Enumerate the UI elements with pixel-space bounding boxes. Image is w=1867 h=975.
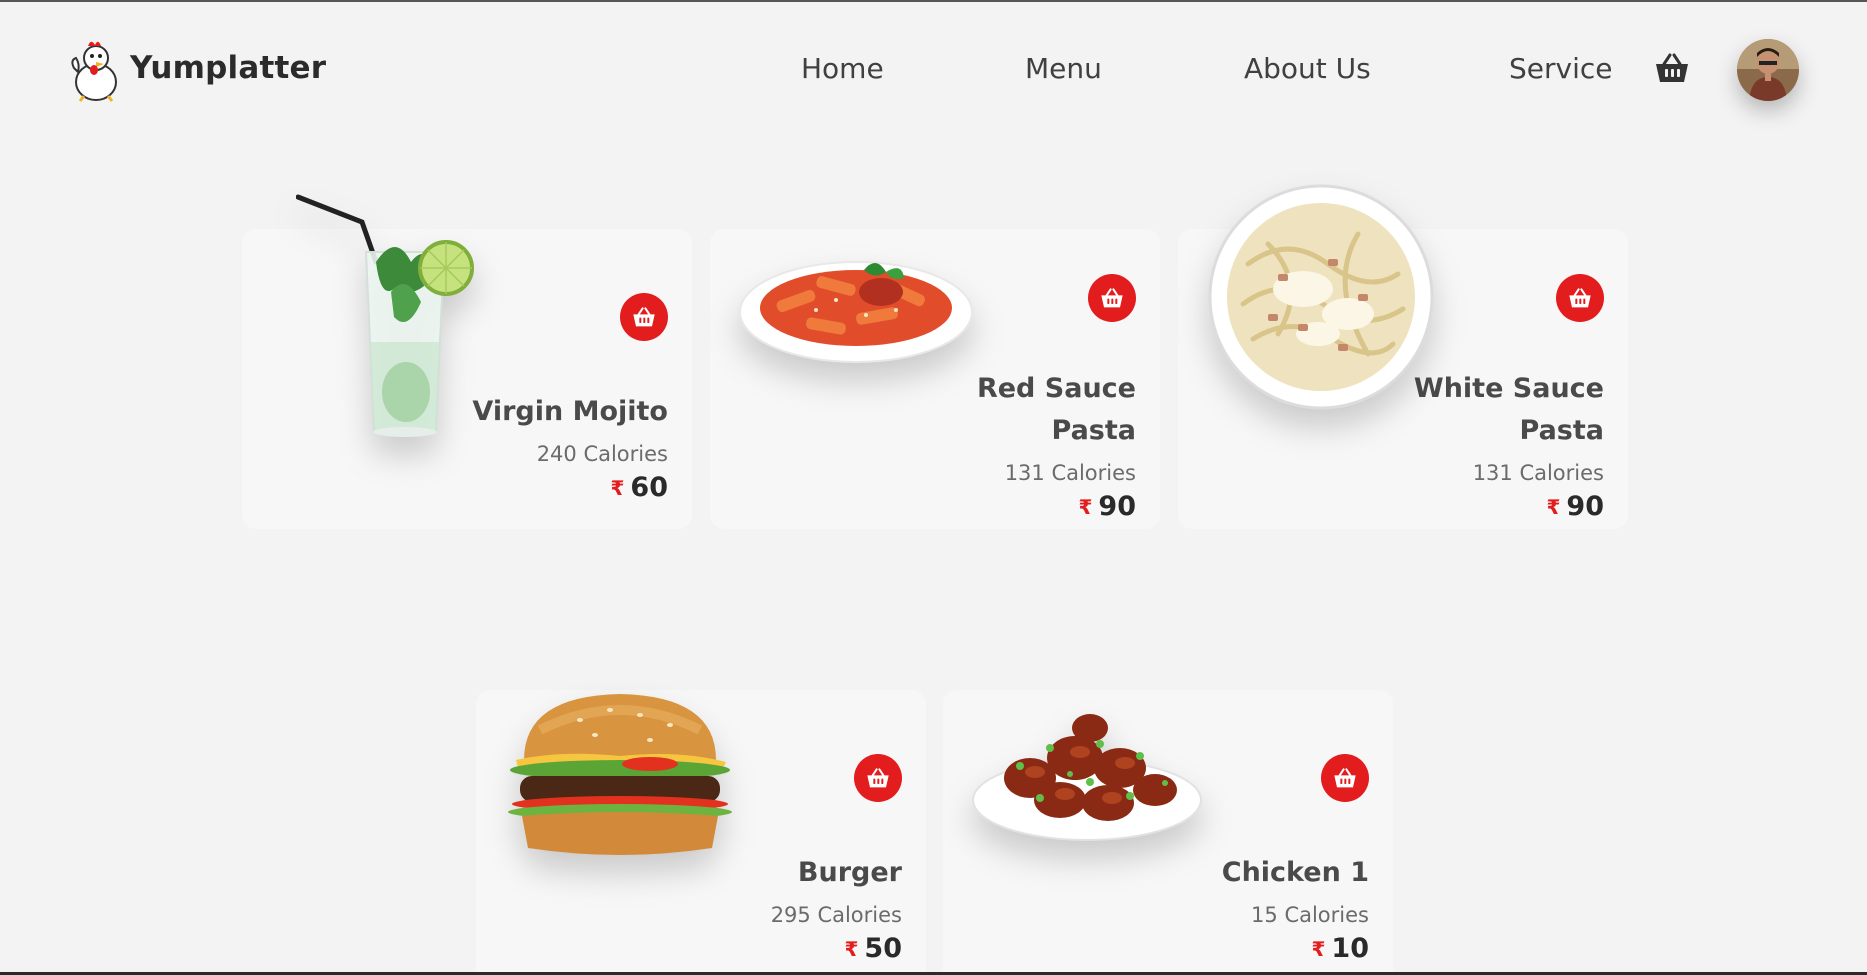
user-avatar[interactable] — [1737, 39, 1799, 101]
add-to-cart-button[interactable] — [1088, 274, 1136, 322]
item-calories: 15 Calories — [1251, 903, 1369, 927]
rupee-icon: ₹ — [610, 475, 625, 500]
basket-icon — [633, 307, 655, 327]
header: Yumplatter Home Menu About Us Service — [0, 2, 1867, 137]
item-name-line-2: Pasta — [1051, 415, 1136, 446]
add-to-cart-button[interactable] — [620, 293, 668, 341]
add-to-cart-button[interactable] — [1321, 754, 1369, 802]
item-price: ₹ 60 — [611, 472, 669, 503]
item-calories: 295 Calories — [770, 903, 902, 927]
nav-about-us[interactable]: About Us — [1244, 52, 1371, 85]
rupee-icon: ₹ — [1311, 936, 1326, 961]
basket-icon — [1569, 288, 1591, 308]
item-price: ₹ 90 — [1547, 491, 1605, 522]
red-sauce-pasta-image — [739, 261, 973, 363]
item-calories: 240 Calories — [536, 442, 668, 466]
mojito-image — [296, 194, 474, 437]
basket-icon — [1101, 288, 1123, 308]
item-name: Burger — [797, 857, 902, 888]
chicken-logo-icon[interactable] — [66, 38, 122, 102]
rupee-icon: ₹ — [1546, 494, 1561, 519]
item-name-line-2: Pasta — [1519, 415, 1604, 446]
item-calories: 131 Calories — [1472, 461, 1604, 485]
item-price-value: 50 — [864, 933, 902, 964]
item-calories: 131 Calories — [1004, 461, 1136, 485]
rupee-icon: ₹ — [844, 936, 859, 961]
burger-image — [508, 694, 732, 855]
white-sauce-pasta-image — [1208, 184, 1434, 410]
add-to-cart-button[interactable] — [854, 754, 902, 802]
basket-icon — [867, 768, 889, 788]
item-price-value: 90 — [1566, 491, 1604, 522]
add-to-cart-button[interactable] — [1556, 274, 1604, 322]
chicken-image — [972, 714, 1202, 841]
nav-menu[interactable]: Menu — [1025, 52, 1102, 85]
basket-icon[interactable] — [1654, 52, 1690, 84]
item-price: ₹ 50 — [845, 933, 903, 964]
item-price: ₹ 10 — [1312, 933, 1370, 964]
item-name-line-1: Red Sauce — [976, 373, 1136, 404]
item-name-line-1: White Sauce — [1413, 373, 1604, 404]
item-price-value: 60 — [630, 472, 668, 503]
nav-home[interactable]: Home — [801, 52, 884, 85]
item-price: ₹ 90 — [1079, 491, 1137, 522]
item-name: Red Sauce Pasta — [977, 368, 1136, 452]
item-name: Virgin Mojito — [472, 396, 668, 427]
item-name: Chicken 1 — [1221, 857, 1369, 888]
item-price-value: 10 — [1331, 933, 1369, 964]
rupee-icon: ₹ — [1078, 494, 1093, 519]
basket-icon — [1334, 768, 1356, 788]
brand-name[interactable]: Yumplatter — [130, 50, 326, 86]
item-price-value: 90 — [1098, 491, 1136, 522]
nav-service[interactable]: Service — [1509, 52, 1612, 85]
item-name: White Sauce Pasta — [1414, 368, 1604, 452]
